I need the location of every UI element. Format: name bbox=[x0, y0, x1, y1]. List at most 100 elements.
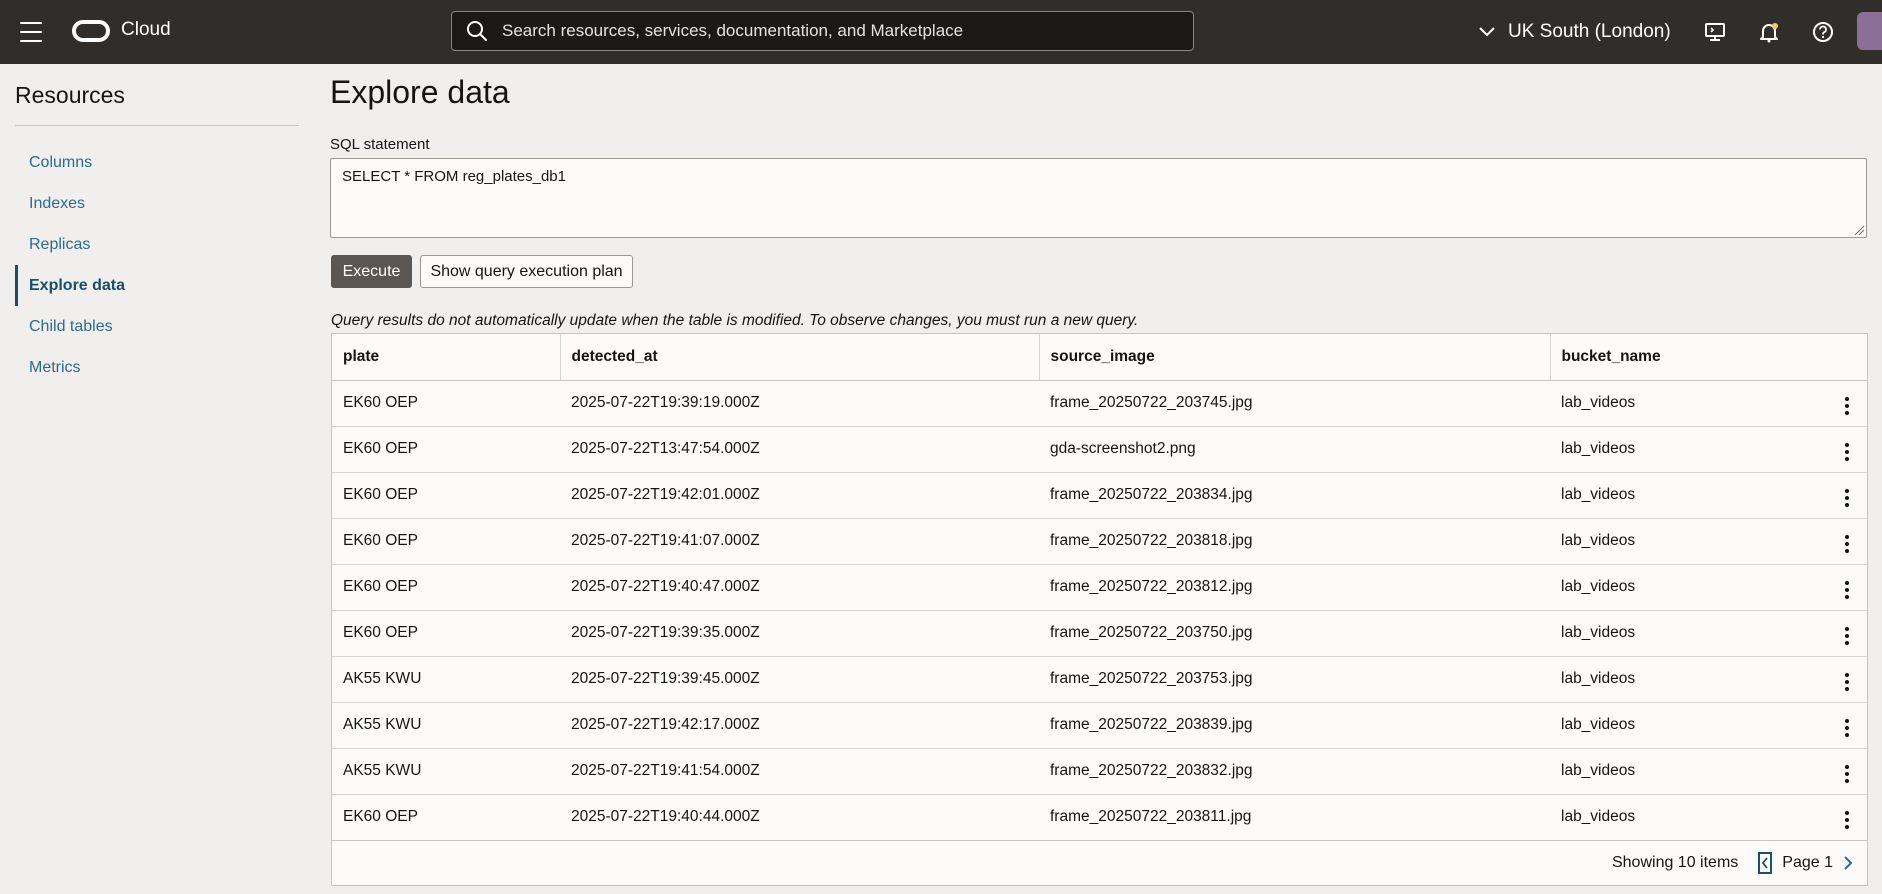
table-row: AK55 KWU 2025-07-22T19:41:54.000Z frame_20… bbox=[332, 748, 1867, 795]
page-indicator: Page 1 bbox=[1782, 854, 1833, 871]
table-row: EK60 OEP 2025-07-22T19:40:47.000Z frame_20… bbox=[332, 564, 1867, 611]
row-actions-menu-icon[interactable] bbox=[1841, 807, 1853, 833]
row-actions-cell bbox=[1708, 794, 1867, 841]
row-actions-menu-icon[interactable] bbox=[1841, 531, 1853, 557]
row-actions-cell bbox=[1708, 518, 1867, 565]
chevron-left-icon bbox=[1762, 857, 1768, 869]
search-icon bbox=[467, 21, 487, 41]
cell-source-image: frame_20250722_203750.jpg bbox=[1039, 610, 1550, 657]
cell-detected-at: 2025-07-22T13:47:54.000Z bbox=[560, 426, 1039, 473]
items-count: Showing 10 items bbox=[1611, 854, 1739, 871]
cell-source-image: frame_20250722_203745.jpg bbox=[1039, 380, 1550, 427]
cell-plate: AK55 KWU bbox=[332, 748, 560, 795]
table-row: EK60 OEP 2025-07-22T19:39:35.000Z frame_20… bbox=[332, 610, 1867, 657]
cell-source-image: frame_20250722_203811.jpg bbox=[1039, 794, 1550, 841]
global-search[interactable] bbox=[451, 11, 1194, 51]
cell-plate: EK60 OEP bbox=[332, 518, 560, 565]
bell-icon[interactable] bbox=[1756, 19, 1782, 45]
column-header-bucket-name[interactable]: bucket_name bbox=[1550, 334, 1867, 381]
cell-bucket-name: lab_videos bbox=[1550, 518, 1709, 565]
sidebar-item-columns[interactable]: Columns bbox=[15, 142, 299, 183]
column-header-source-image[interactable]: source_image bbox=[1039, 334, 1551, 381]
cell-detected-at: 2025-07-22T19:41:07.000Z bbox=[560, 518, 1039, 565]
sidebar-item-metrics[interactable]: Metrics bbox=[15, 347, 299, 388]
row-actions-cell bbox=[1708, 426, 1867, 473]
row-actions-cell bbox=[1708, 380, 1867, 427]
row-actions-menu-icon[interactable] bbox=[1841, 485, 1853, 511]
table-row: AK55 KWU 2025-07-22T19:42:17.000Z frame_20… bbox=[332, 702, 1867, 749]
table-row: EK60 OEP 2025-07-22T19:42:01.000Z frame_20… bbox=[332, 472, 1867, 519]
user-avatar-icon[interactable] bbox=[1857, 12, 1882, 50]
row-actions-cell bbox=[1708, 748, 1867, 795]
cell-detected-at: 2025-07-22T19:39:45.000Z bbox=[560, 656, 1039, 703]
execute-button[interactable]: Execute bbox=[331, 255, 412, 288]
cell-plate: EK60 OEP bbox=[332, 380, 560, 427]
chevron-right-icon bbox=[1844, 856, 1853, 870]
region-label: UK South (London) bbox=[1508, 21, 1671, 42]
row-actions-menu-icon[interactable] bbox=[1841, 669, 1853, 695]
menu-icon[interactable] bbox=[20, 22, 42, 42]
column-header-plate[interactable]: plate bbox=[332, 334, 561, 381]
chevron-down-icon bbox=[1479, 27, 1495, 37]
column-header-detected-at[interactable]: detected_at bbox=[560, 334, 1040, 381]
sidebar-item-child-tables[interactable]: Child tables bbox=[15, 306, 299, 347]
row-actions-menu-icon[interactable] bbox=[1841, 623, 1853, 649]
cell-bucket-name: lab_videos bbox=[1550, 472, 1709, 519]
cell-bucket-name: lab_videos bbox=[1550, 656, 1709, 703]
cell-bucket-name: lab_videos bbox=[1550, 564, 1709, 611]
cell-plate: EK60 OEP bbox=[332, 564, 560, 611]
row-actions-menu-icon[interactable] bbox=[1841, 761, 1853, 787]
cell-bucket-name: lab_videos bbox=[1550, 794, 1709, 841]
cell-detected-at: 2025-07-22T19:42:01.000Z bbox=[560, 472, 1039, 519]
region-selector[interactable]: UK South (London) bbox=[1478, 18, 1671, 46]
sidebar-item-explore-data[interactable]: Explore data bbox=[15, 265, 299, 306]
next-page-button[interactable] bbox=[1843, 855, 1853, 871]
cell-plate: AK55 KWU bbox=[332, 702, 560, 749]
table-header-row: plate detected_at source_image bucket_na… bbox=[332, 334, 1867, 381]
row-actions-menu-icon[interactable] bbox=[1841, 439, 1853, 465]
previous-page-button[interactable] bbox=[1758, 852, 1773, 874]
cell-detected-at: 2025-07-22T19:39:19.000Z bbox=[560, 380, 1039, 427]
resize-handle-icon[interactable] bbox=[1853, 224, 1865, 236]
sidebar-title: Resources bbox=[15, 82, 125, 108]
cell-plate: EK60 OEP bbox=[332, 794, 560, 841]
show-query-plan-button[interactable]: Show query execution plan bbox=[420, 255, 633, 288]
row-actions-cell bbox=[1708, 702, 1867, 749]
cell-bucket-name: lab_videos bbox=[1550, 380, 1709, 427]
cell-source-image: frame_20250722_203818.jpg bbox=[1039, 518, 1550, 565]
table-footer: Showing 10 items Page 1 bbox=[332, 840, 1867, 886]
help-icon[interactable] bbox=[1810, 19, 1836, 45]
sidebar-divider bbox=[15, 125, 299, 126]
cell-detected-at: 2025-07-22T19:40:47.000Z bbox=[560, 564, 1039, 611]
cell-plate: EK60 OEP bbox=[332, 610, 560, 657]
cloud-shell-icon[interactable] bbox=[1702, 19, 1728, 45]
cell-bucket-name: lab_videos bbox=[1550, 748, 1709, 795]
brand-name[interactable]: Cloud bbox=[121, 19, 171, 41]
cell-detected-at: 2025-07-22T19:41:54.000Z bbox=[560, 748, 1039, 795]
cell-bucket-name: lab_videos bbox=[1550, 702, 1709, 749]
row-actions-cell bbox=[1708, 472, 1867, 519]
row-actions-cell bbox=[1708, 656, 1867, 703]
cell-detected-at: 2025-07-22T19:39:35.000Z bbox=[560, 610, 1039, 657]
cell-source-image: frame_20250722_203834.jpg bbox=[1039, 472, 1550, 519]
cell-plate: EK60 OEP bbox=[332, 426, 560, 473]
row-actions-menu-icon[interactable] bbox=[1841, 577, 1853, 603]
sql-statement-input[interactable] bbox=[330, 158, 1867, 238]
table-row: AK55 KWU 2025-07-22T19:39:45.000Z frame_20… bbox=[332, 656, 1867, 703]
sidebar-item-indexes[interactable]: Indexes bbox=[15, 183, 299, 224]
table-row: EK60 OEP 2025-07-22T19:40:44.000Z frame_20… bbox=[332, 794, 1867, 841]
cell-detected-at: 2025-07-22T19:40:44.000Z bbox=[560, 794, 1039, 841]
cell-source-image: frame_20250722_203812.jpg bbox=[1039, 564, 1550, 611]
oracle-logo-icon[interactable] bbox=[72, 20, 110, 42]
row-actions-menu-icon[interactable] bbox=[1841, 715, 1853, 741]
search-input[interactable] bbox=[502, 21, 1193, 41]
row-actions-menu-icon[interactable] bbox=[1841, 393, 1853, 419]
table-row: EK60 OEP 2025-07-22T13:47:54.000Z gda-scre… bbox=[332, 426, 1867, 473]
sidebar-nav: Columns Indexes Replicas Explore data Ch… bbox=[15, 142, 299, 388]
query-results-note: Query results do not automatically updat… bbox=[331, 312, 1139, 329]
top-navigation-bar: Cloud UK South (London) bbox=[0, 0, 1882, 64]
sidebar-item-replicas[interactable]: Replicas bbox=[15, 224, 299, 265]
row-actions-cell bbox=[1708, 564, 1867, 611]
table-row: EK60 OEP 2025-07-22T19:41:07.000Z frame_20… bbox=[332, 518, 1867, 565]
cell-bucket-name: lab_videos bbox=[1550, 610, 1709, 657]
